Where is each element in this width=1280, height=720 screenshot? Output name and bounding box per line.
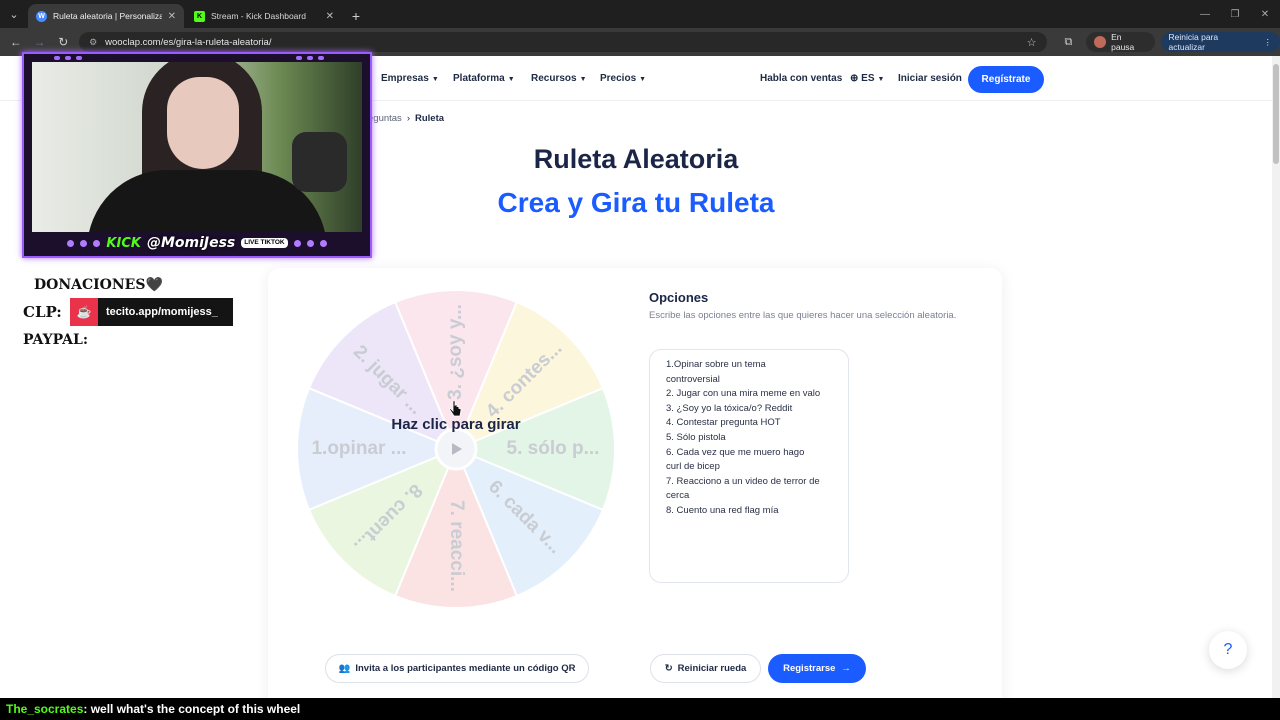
tab-title: Ruleta aleatoria | Personaliza y bbox=[53, 11, 162, 21]
option-line: curl de bicep bbox=[666, 461, 720, 473]
update-button[interactable]: Reinicia para actualizar ⋮ bbox=[1160, 32, 1280, 52]
bookmark-star-icon[interactable]: ☆ bbox=[1027, 36, 1037, 49]
wheel-segment-label: 7. reacci... bbox=[446, 500, 467, 592]
wooclap-favicon-icon: W bbox=[36, 10, 47, 22]
options-description: Escribe las opciones entre las que quier… bbox=[649, 310, 957, 321]
help-button[interactable]: ? bbox=[1209, 631, 1247, 669]
address-bar[interactable]: ⚙ wooclap.com/es/gira-la-ruleta-aleatori… bbox=[79, 32, 1047, 52]
scrollbar-thumb[interactable] bbox=[1273, 64, 1279, 164]
chevron-down-icon: ▼ bbox=[507, 76, 515, 83]
close-tab-icon[interactable]: ✕ bbox=[168, 11, 176, 22]
frame-decoration bbox=[296, 56, 324, 60]
chat-message: : well what's the concept of this wheel bbox=[83, 702, 301, 716]
reset-wheel-label: Reiniciar rueda bbox=[677, 663, 747, 674]
chevron-down-icon: ▼ bbox=[639, 76, 647, 83]
restore-icon[interactable]: ❐ bbox=[1220, 0, 1250, 28]
new-tab-icon[interactable]: + bbox=[344, 4, 368, 28]
wheel-graphic[interactable]: 1.opinar ...2. jugar ... 3. ¿soy y... 4. c… bbox=[296, 289, 616, 609]
invite-qr-label: Invita a los participantes mediante un c… bbox=[355, 663, 576, 674]
nav-item-plataforma[interactable]: Plataforma ▼ bbox=[453, 73, 515, 84]
breadcrumb-current: Ruleta bbox=[414, 113, 445, 124]
options-title: Opciones bbox=[649, 290, 709, 305]
register-button[interactable]: Regístrate bbox=[968, 66, 1044, 93]
forward-icon[interactable]: → bbox=[28, 30, 52, 54]
contact-sales-link[interactable]: Habla con ventas bbox=[760, 73, 842, 84]
option-line: 5. Sólo pistola bbox=[666, 431, 726, 443]
wheel-segment-label: 5. sólo p... bbox=[507, 438, 600, 459]
users-icon: 👥 bbox=[338, 663, 351, 674]
extensions-icon[interactable]: ⧉ bbox=[1059, 32, 1079, 52]
tab-kick-dashboard[interactable]: K Stream - Kick Dashboard ✕ bbox=[186, 4, 342, 28]
tecito-link: tecito.app/momijess_ bbox=[106, 306, 218, 318]
back-icon[interactable]: ← bbox=[4, 30, 28, 54]
hand-cursor-icon bbox=[449, 401, 462, 417]
nav-item-precios[interactable]: Precios ▼ bbox=[600, 73, 646, 84]
paypal-label: PAYPAL: bbox=[23, 332, 89, 348]
streamer-tag: KICK @MomiJess LIVE TIKTOK bbox=[24, 230, 370, 256]
clp-label: CLP: bbox=[23, 303, 62, 321]
window-controls: — ❐ ✕ bbox=[1190, 0, 1280, 28]
microphone-icon bbox=[292, 132, 347, 192]
chat-ticker: The_socrates : well what's the concept o… bbox=[0, 698, 1280, 720]
option-line: 3. ¿Soy yo la tóxica/o? Reddit bbox=[666, 402, 793, 414]
tiktok-live-badge: LIVE TIKTOK bbox=[241, 238, 288, 248]
tecito-banner: ☕ tecito.app/momijess_ bbox=[70, 298, 233, 326]
option-line: 7. Reacciono a un video de terror de bbox=[666, 475, 820, 487]
cup-icon: ☕ bbox=[70, 298, 98, 326]
option-line: controversial bbox=[666, 373, 720, 385]
tab-search-icon[interactable]: ⌄ bbox=[0, 0, 28, 28]
option-line: 8. Cuento una red flag mía bbox=[666, 504, 779, 516]
wheel-segment-label: 1.opinar ... bbox=[311, 438, 406, 459]
close-window-icon[interactable]: ✕ bbox=[1250, 0, 1280, 28]
kick-favicon-icon: K bbox=[194, 10, 205, 22]
update-label: Reinicia para actualizar bbox=[1168, 32, 1219, 52]
option-line: 4. Contestar pregunta HOT bbox=[666, 417, 781, 429]
avatar bbox=[1094, 36, 1107, 48]
option-line: 2. Jugar con una mira meme en valo bbox=[666, 388, 821, 400]
frame-decoration bbox=[54, 56, 82, 60]
chevron-down-icon: ▼ bbox=[877, 76, 885, 83]
more-menu-icon[interactable]: ⋮ bbox=[1264, 37, 1273, 48]
option-line: 1.Opinar sobre un tema bbox=[666, 359, 766, 370]
option-line: 6. Cada vez que me muero hago bbox=[666, 446, 805, 458]
breadcrumb: eguntas › Ruleta bbox=[368, 113, 444, 124]
profile-paused-button[interactable]: En pausa bbox=[1086, 32, 1155, 52]
site-info-icon[interactable]: ⚙ bbox=[89, 37, 97, 48]
reload-icon[interactable]: ↻ bbox=[51, 30, 75, 54]
donations-title: DONACIONES🖤 bbox=[34, 277, 163, 293]
chevron-right-icon: › bbox=[406, 113, 410, 124]
browser-tab-bar: ⌄ W Ruleta aleatoria | Personaliza y ✕ K… bbox=[0, 0, 1280, 28]
language-selector[interactable]: ⊕ ES ▼ bbox=[850, 73, 884, 84]
page-scrollbar[interactable] bbox=[1272, 56, 1280, 720]
signup-button[interactable]: Registrarse → bbox=[768, 654, 866, 683]
streamer-handle: @MomiJess bbox=[146, 235, 236, 251]
chat-username: The_socrates bbox=[6, 702, 84, 716]
close-tab-icon[interactable]: ✕ bbox=[326, 11, 334, 22]
tab-title: Stream - Kick Dashboard bbox=[211, 11, 306, 21]
signup-label: Registrarse bbox=[783, 663, 836, 674]
chevron-down-icon: ▼ bbox=[431, 76, 439, 83]
reset-wheel-button[interactable]: ↻ Reiniciar rueda bbox=[650, 654, 761, 683]
minimize-icon[interactable]: — bbox=[1190, 0, 1220, 28]
nav-item-recursos[interactable]: Recursos ▼ bbox=[531, 73, 587, 84]
options-textarea[interactable]: 1.Opinar sobre un tema controversial 2. Ju… bbox=[649, 349, 849, 583]
roulette-wheel[interactable]: 1.opinar ... 2. jugar ... 3. ¿soy y... 4. c… bbox=[296, 289, 616, 609]
pause-label: En pausa bbox=[1111, 32, 1135, 52]
arrow-right-icon: → bbox=[841, 663, 851, 674]
wheel-segment-label: 3. ¿soy y... bbox=[445, 304, 466, 400]
option-line: cerca bbox=[666, 490, 690, 502]
url-text[interactable]: wooclap.com/es/gira-la-ruleta-aleatoria/ bbox=[105, 37, 1019, 48]
chevron-down-icon: ▼ bbox=[579, 76, 587, 83]
globe-icon: ⊕ bbox=[850, 73, 862, 84]
webcam-video bbox=[32, 62, 362, 232]
nav-item-empresas[interactable]: Empresas ▼ bbox=[381, 73, 439, 84]
webcam-overlay: KICK @MomiJess LIVE TIKTOK bbox=[22, 52, 372, 258]
kick-logo: KICK bbox=[106, 235, 141, 251]
login-link[interactable]: Iniciar sesión bbox=[898, 73, 962, 84]
breadcrumb-item[interactable]: eguntas bbox=[368, 113, 402, 124]
refresh-icon: ↻ bbox=[664, 663, 673, 674]
invite-qr-button[interactable]: 👥 Invita a los participantes mediante un… bbox=[325, 654, 589, 683]
tab-wooclap[interactable]: W Ruleta aleatoria | Personaliza y ✕ bbox=[28, 4, 184, 28]
